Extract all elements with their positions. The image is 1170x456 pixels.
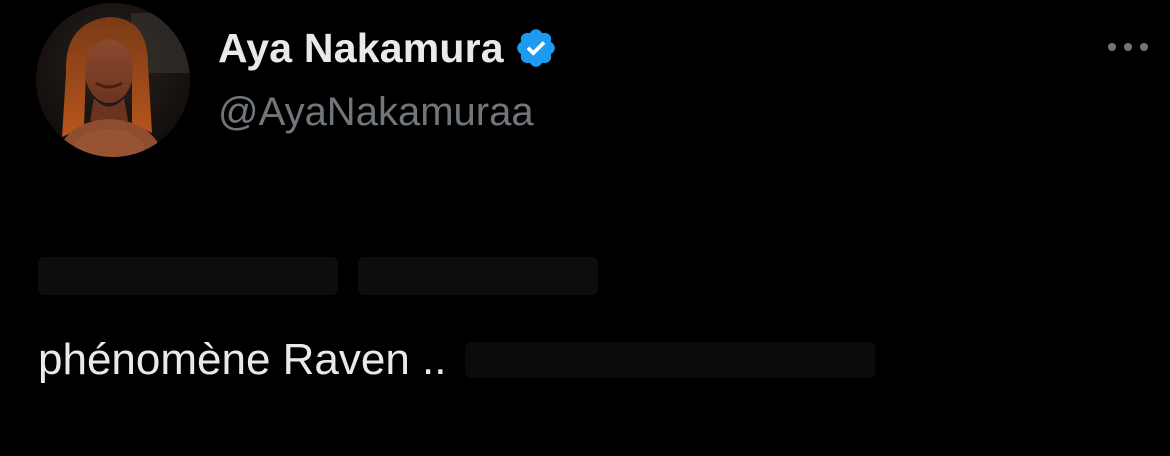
obscured-text-block xyxy=(358,257,598,295)
avatar[interactable] xyxy=(36,3,190,157)
more-options-icon[interactable] xyxy=(1108,40,1148,54)
more-dot xyxy=(1108,43,1116,51)
verified-badge-icon xyxy=(516,29,555,67)
obscured-text-block xyxy=(464,342,875,378)
tweet-body-text: phénomène Raven .. xyxy=(38,335,447,384)
author-name-row: Aya Nakamura xyxy=(218,22,558,74)
obscured-text-block xyxy=(38,257,338,295)
obscured-text-line xyxy=(38,250,598,302)
more-dot xyxy=(1124,43,1132,51)
tweet: Aya Nakamura @AyaNakamuraa phénomène Rav… xyxy=(0,0,1170,456)
author-display-name[interactable]: Aya Nakamura xyxy=(218,25,504,72)
author-handle[interactable]: @AyaNakamuraa xyxy=(218,90,534,135)
avatar-image xyxy=(36,3,190,157)
tweet-body: phénomène Raven .. xyxy=(38,330,875,390)
more-dot xyxy=(1140,43,1148,51)
